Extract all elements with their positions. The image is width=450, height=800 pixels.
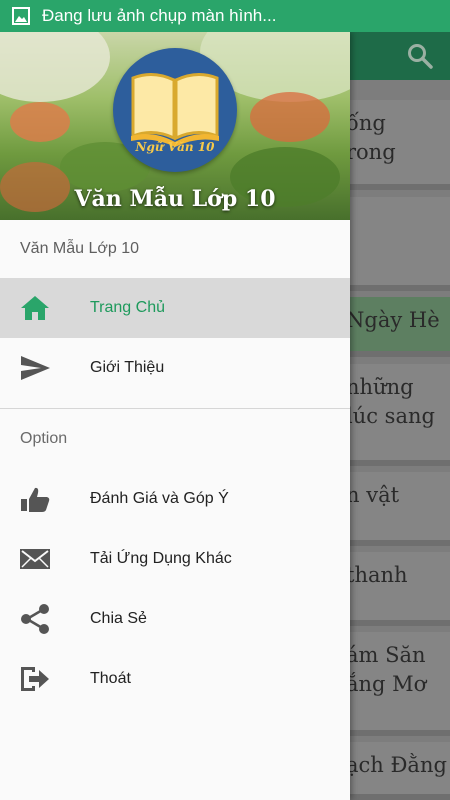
background-card-text: ống xyxy=(350,111,386,135)
menu-item-gioi-thieu[interactable]: Giới Thiệu xyxy=(0,338,350,398)
background-card-text: ắng Mơ xyxy=(350,672,427,696)
option-label: Chia Sẻ xyxy=(90,610,147,627)
logo-text: Ngữ Văn 10 xyxy=(135,140,215,154)
background-card-text: thanh xyxy=(350,563,408,587)
drawer-header: Ngữ Văn 10 Văn Mẫu Lớp 10 xyxy=(0,32,350,220)
background-card[interactable]: thanh xyxy=(350,552,450,626)
option-tai-ung-dung[interactable]: Tải Ứng Dụng Khác xyxy=(0,529,350,589)
share-icon xyxy=(21,604,49,634)
menu-item-label: Trang Chủ xyxy=(90,299,165,316)
status-text: Đang lưu ảnh chụp màn hình... xyxy=(42,6,277,25)
option-danh-gia[interactable]: Đánh Giá và Góp Ý xyxy=(0,469,350,529)
exit-icon xyxy=(21,667,49,691)
menu-item-trang-chu[interactable]: Trang Chủ xyxy=(0,278,350,338)
app-logo: Ngữ Văn 10 xyxy=(113,48,237,172)
background-card-text: những xyxy=(350,375,414,399)
option-label: Thoát xyxy=(90,670,131,687)
option-label: Đánh Giá và Góp Ý xyxy=(90,490,229,507)
thumbs-up-icon xyxy=(21,487,50,512)
send-icon xyxy=(21,356,50,380)
background-card-text: ạch Đằng xyxy=(350,753,447,777)
background-card[interactable]: ám Săn ắng Mơ xyxy=(350,632,450,736)
mail-icon xyxy=(20,549,50,569)
background-card-text: Ngày Hè xyxy=(350,308,440,332)
background-card[interactable] xyxy=(350,197,450,291)
background-card[interactable]: n vật xyxy=(350,472,450,546)
home-icon xyxy=(21,296,49,320)
option-chia-se[interactable]: Chia Sẻ xyxy=(0,589,350,649)
option-label: Tải Ứng Dụng Khác xyxy=(90,550,232,567)
background-card[interactable]: Ngày Hè xyxy=(350,297,450,357)
background-card[interactable]: ống rong xyxy=(350,100,450,190)
background-card[interactable]: những lúc sang xyxy=(350,364,450,466)
background-card-text: rong xyxy=(350,140,396,164)
navigation-drawer: Ngữ Văn 10 Văn Mẫu Lớp 10 Văn Mẫu Lớp 10… xyxy=(0,32,350,800)
background-card[interactable]: ạch Đằng xyxy=(350,742,450,800)
background-card-text: ám Săn xyxy=(350,643,426,667)
header-title: Văn Mẫu Lớp 10 xyxy=(74,186,276,212)
option-thoat[interactable]: Thoát xyxy=(0,649,350,709)
search-icon[interactable] xyxy=(406,42,434,70)
status-bar: Đang lưu ảnh chụp màn hình... xyxy=(0,0,450,32)
section-title: Option xyxy=(20,430,68,447)
menu-item-label: Giới Thiệu xyxy=(90,359,165,376)
background-card-text: lúc sang xyxy=(350,404,435,428)
background-card-text: n vật xyxy=(350,483,400,507)
image-icon xyxy=(12,7,30,25)
drawer-subheader: Văn Mẫu Lớp 10 xyxy=(20,240,140,257)
